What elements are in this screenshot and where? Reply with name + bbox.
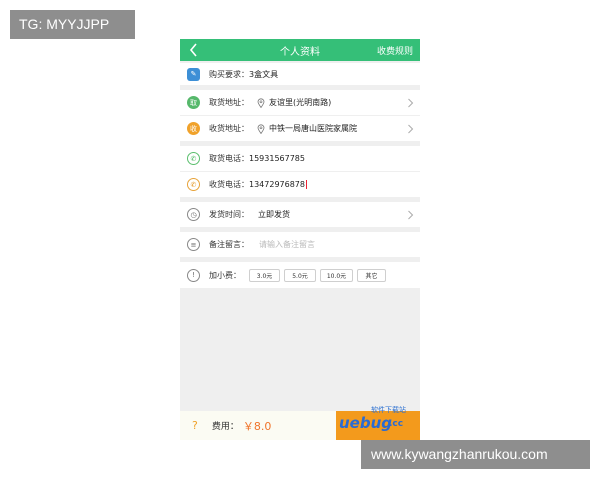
pickup-phone-value: 15931567785 bbox=[249, 154, 305, 163]
tip-option-5[interactable]: 5.0元 bbox=[284, 268, 316, 282]
delivery-phone-label: 收货电话： bbox=[209, 180, 249, 189]
chevron-right-icon bbox=[408, 210, 414, 219]
pickup-address-label: 取货地址： bbox=[209, 98, 249, 107]
text-caret bbox=[306, 180, 307, 189]
clock-icon: ◷ bbox=[187, 208, 200, 221]
logo-tagline: 软件下载站 bbox=[371, 405, 406, 414]
alert-icon: ! bbox=[187, 268, 200, 282]
tip-row: ! 加小费： 3.0元 5.0元 10.0元 其它 bbox=[180, 262, 420, 288]
logo-suffix: .cc bbox=[389, 419, 403, 429]
help-icon[interactable]: ? bbox=[192, 419, 198, 432]
phone-icon: ✆ bbox=[187, 178, 200, 191]
pickup-icon: 取 bbox=[187, 96, 200, 109]
delivery-address-value: 中铁一局唐山医院家属院 bbox=[269, 124, 357, 133]
purchase-row[interactable]: ✎ 购买要求： 3盒文具 bbox=[180, 63, 420, 85]
pickup-phone-row[interactable]: ✆ 取货电话： 15931567785 bbox=[180, 146, 420, 171]
app-screen: 个人资料 收费规则 ✎ 购买要求： 3盒文具 取 取货地址： 友谊里(光明南路)… bbox=[180, 39, 420, 440]
remark-row[interactable]: ≡ 备注留言： 请输入备注留言 bbox=[180, 232, 420, 257]
delivery-phone-value[interactable]: 13472976878 bbox=[249, 180, 307, 189]
send-time-label: 发货时间： bbox=[209, 210, 249, 219]
delivery-address-label: 收货地址： bbox=[209, 124, 249, 133]
send-time-value: 立即发货 bbox=[258, 210, 290, 219]
chevron-right-icon bbox=[408, 124, 414, 133]
fee-label: 费用： bbox=[211, 422, 239, 432]
chevron-right-icon bbox=[408, 98, 414, 107]
delivery-address-row[interactable]: 收 收货地址： 中铁一局唐山医院家属院 bbox=[180, 116, 420, 141]
pickup-address-value: 友谊里(光明南路) bbox=[269, 98, 332, 107]
header-bar: 个人资料 收费规则 bbox=[180, 39, 420, 61]
logo-brand: uebug bbox=[339, 414, 392, 432]
delivery-icon: 收 bbox=[187, 122, 200, 135]
remark-label: 备注留言： bbox=[209, 240, 249, 249]
delivery-phone-text: 13472976878 bbox=[249, 180, 305, 189]
delivery-phone-row[interactable]: ✆ 收货电话： 13472976878 bbox=[180, 172, 420, 197]
purchase-label: 购买要求： bbox=[209, 69, 249, 79]
tip-option-10[interactable]: 10.0元 bbox=[320, 268, 353, 282]
tip-label: 加小费： bbox=[209, 270, 241, 280]
watermark-top-left: TG: MYYJJPP bbox=[10, 10, 135, 39]
edit-icon: ✎ bbox=[187, 67, 200, 81]
tip-option-3[interactable]: 3.0元 bbox=[249, 268, 280, 282]
location-pin-icon bbox=[257, 97, 265, 108]
fee-rules-link[interactable]: 收费规则 bbox=[377, 44, 413, 57]
location-pin-icon bbox=[257, 123, 265, 134]
phone-icon: ✆ bbox=[187, 152, 200, 165]
pickup-phone-label: 取货电话： bbox=[209, 154, 249, 163]
tip-option-other[interactable]: 其它 bbox=[357, 268, 386, 282]
remark-input[interactable]: 请输入备注留言 bbox=[259, 239, 315, 250]
list-icon: ≡ bbox=[187, 238, 200, 251]
pickup-address-row[interactable]: 取 取货地址： 友谊里(光明南路) bbox=[180, 90, 420, 115]
purchase-value: 3盒文具 bbox=[249, 69, 279, 79]
fee-value: ￥8.0 bbox=[242, 419, 272, 433]
watermark-bottom-right: www.kywangzhanrukou.com bbox=[361, 440, 590, 469]
tip-options: 3.0元 5.0元 10.0元 其它 bbox=[249, 268, 390, 282]
site-logo: 软件下载站 uebug .cc bbox=[339, 405, 406, 432]
send-time-row[interactable]: ◷ 发货时间： 立即发货 bbox=[180, 202, 420, 227]
footer-bar: ? 费用： ￥8.0 软件下载站 uebug .cc bbox=[180, 405, 420, 440]
